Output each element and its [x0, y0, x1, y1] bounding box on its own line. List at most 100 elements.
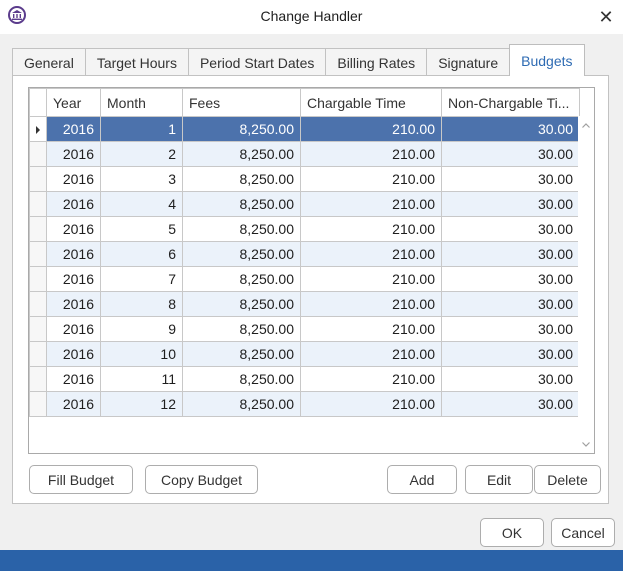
non-chargable-time-cell[interactable]: 30.00 [441, 116, 580, 142]
row-header[interactable] [29, 366, 47, 392]
year-cell[interactable]: 2016 [46, 216, 101, 242]
fees-cell[interactable]: 8,250.00 [182, 241, 301, 267]
chargable-time-cell[interactable]: 210.00 [300, 216, 442, 242]
scroll-up-button[interactable] [578, 116, 594, 134]
scroll-down-button[interactable] [578, 435, 594, 453]
chargable-time-cell[interactable]: 210.00 [300, 241, 442, 267]
year-cell[interactable]: 2016 [46, 291, 101, 317]
row-header[interactable] [29, 191, 47, 217]
month-cell[interactable]: 5 [100, 216, 183, 242]
non-chargable-time-cell[interactable]: 30.00 [441, 216, 580, 242]
year-cell[interactable]: 2016 [46, 341, 101, 367]
row-header[interactable] [29, 141, 47, 167]
chargable-time-cell[interactable]: 210.00 [300, 166, 442, 192]
non-chargable-time-cell[interactable]: 30.00 [441, 266, 580, 292]
chargable-time-cell[interactable]: 210.00 [300, 141, 442, 167]
non-chargable-time-cell[interactable]: 30.00 [441, 166, 580, 192]
table-row[interactable]: 2016 5 8,250.00 210.00 30.00 [29, 216, 580, 242]
year-cell[interactable]: 2016 [46, 141, 101, 167]
month-cell[interactable]: 4 [100, 191, 183, 217]
tab-target-hours[interactable]: Target Hours [84, 48, 189, 76]
fees-cell[interactable]: 8,250.00 [182, 116, 301, 142]
chargable-time-cell[interactable]: 210.00 [300, 191, 442, 217]
non-chargable-time-cell[interactable]: 30.00 [441, 241, 580, 267]
table-row[interactable]: 2016 10 8,250.00 210.00 30.00 [29, 341, 580, 367]
fees-cell[interactable]: 8,250.00 [182, 316, 301, 342]
delete-button[interactable]: Delete [534, 465, 601, 494]
table-row[interactable]: 2016 12 8,250.00 210.00 30.00 [29, 391, 580, 417]
non-chargable-time-cell[interactable]: 30.00 [441, 366, 580, 392]
row-header[interactable] [29, 391, 47, 417]
fees-cell[interactable]: 8,250.00 [182, 191, 301, 217]
fees-cell[interactable]: 8,250.00 [182, 216, 301, 242]
month-cell[interactable]: 1 [100, 116, 183, 142]
table-row[interactable]: 2016 9 8,250.00 210.00 30.00 [29, 316, 580, 342]
fees-cell[interactable]: 8,250.00 [182, 366, 301, 392]
month-cell[interactable]: 9 [100, 316, 183, 342]
column-header-non-chargable-time[interactable]: Non-Chargable Ti... [441, 88, 580, 117]
column-header-fees[interactable]: Fees [182, 88, 301, 117]
table-row[interactable]: 2016 6 8,250.00 210.00 30.00 [29, 241, 580, 267]
tab-signature[interactable]: Signature [426, 48, 511, 76]
fees-cell[interactable]: 8,250.00 [182, 166, 301, 192]
close-button[interactable]: ✕ [593, 4, 619, 30]
table-row[interactable]: 2016 4 8,250.00 210.00 30.00 [29, 191, 580, 217]
table-row[interactable]: 2016 7 8,250.00 210.00 30.00 [29, 266, 580, 292]
month-cell[interactable]: 11 [100, 366, 183, 392]
year-cell[interactable]: 2016 [46, 366, 101, 392]
year-cell[interactable]: 2016 [46, 316, 101, 342]
tab-budgets[interactable]: Budgets [509, 44, 585, 76]
table-row[interactable]: 2016 8 8,250.00 210.00 30.00 [29, 291, 580, 317]
year-cell[interactable]: 2016 [46, 116, 101, 142]
fees-cell[interactable]: 8,250.00 [182, 291, 301, 317]
chargable-time-cell[interactable]: 210.00 [300, 366, 442, 392]
cancel-button[interactable]: Cancel [551, 518, 615, 547]
row-header[interactable] [29, 241, 47, 267]
year-cell[interactable]: 2016 [46, 266, 101, 292]
non-chargable-time-cell[interactable]: 30.00 [441, 341, 580, 367]
chargable-time-cell[interactable]: 210.00 [300, 391, 442, 417]
table-row[interactable]: 2016 3 8,250.00 210.00 30.00 [29, 166, 580, 192]
year-cell[interactable]: 2016 [46, 191, 101, 217]
month-cell[interactable]: 7 [100, 266, 183, 292]
fees-cell[interactable]: 8,250.00 [182, 391, 301, 417]
column-header-chargable-time[interactable]: Chargable Time [300, 88, 442, 117]
chargable-time-cell[interactable]: 210.00 [300, 316, 442, 342]
edit-button[interactable]: Edit [465, 465, 533, 494]
table-row[interactable]: 2016 2 8,250.00 210.00 30.00 [29, 141, 580, 167]
year-cell[interactable]: 2016 [46, 241, 101, 267]
row-header[interactable] [29, 166, 47, 192]
month-cell[interactable]: 12 [100, 391, 183, 417]
non-chargable-time-cell[interactable]: 30.00 [441, 191, 580, 217]
copy-budget-button[interactable]: Copy Budget [145, 465, 258, 494]
row-header[interactable] [29, 266, 47, 292]
month-cell[interactable]: 3 [100, 166, 183, 192]
chargable-time-cell[interactable]: 210.00 [300, 116, 442, 142]
tab-billing-rates[interactable]: Billing Rates [325, 48, 428, 76]
tab-period-start-dates[interactable]: Period Start Dates [187, 48, 327, 76]
table-row[interactable]: 2016 11 8,250.00 210.00 30.00 [29, 366, 580, 392]
non-chargable-time-cell[interactable]: 30.00 [441, 316, 580, 342]
non-chargable-time-cell[interactable]: 30.00 [441, 291, 580, 317]
vertical-scrollbar[interactable] [578, 116, 594, 453]
fill-budget-button[interactable]: Fill Budget [29, 465, 133, 494]
ok-button[interactable]: OK [480, 518, 544, 547]
table-row[interactable]: 2016 1 8,250.00 210.00 30.00 [29, 116, 580, 142]
row-header[interactable] [29, 316, 47, 342]
row-header[interactable] [29, 341, 47, 367]
column-header-month[interactable]: Month [100, 88, 183, 117]
fees-cell[interactable]: 8,250.00 [182, 341, 301, 367]
add-button[interactable]: Add [387, 465, 457, 494]
month-cell[interactable]: 6 [100, 241, 183, 267]
row-header[interactable] [29, 291, 47, 317]
chargable-time-cell[interactable]: 210.00 [300, 291, 442, 317]
column-header-year[interactable]: Year [46, 88, 101, 117]
year-cell[interactable]: 2016 [46, 391, 101, 417]
month-cell[interactable]: 2 [100, 141, 183, 167]
non-chargable-time-cell[interactable]: 30.00 [441, 391, 580, 417]
tab-general[interactable]: General [12, 48, 86, 76]
month-cell[interactable]: 8 [100, 291, 183, 317]
chargable-time-cell[interactable]: 210.00 [300, 341, 442, 367]
year-cell[interactable]: 2016 [46, 166, 101, 192]
non-chargable-time-cell[interactable]: 30.00 [441, 141, 580, 167]
